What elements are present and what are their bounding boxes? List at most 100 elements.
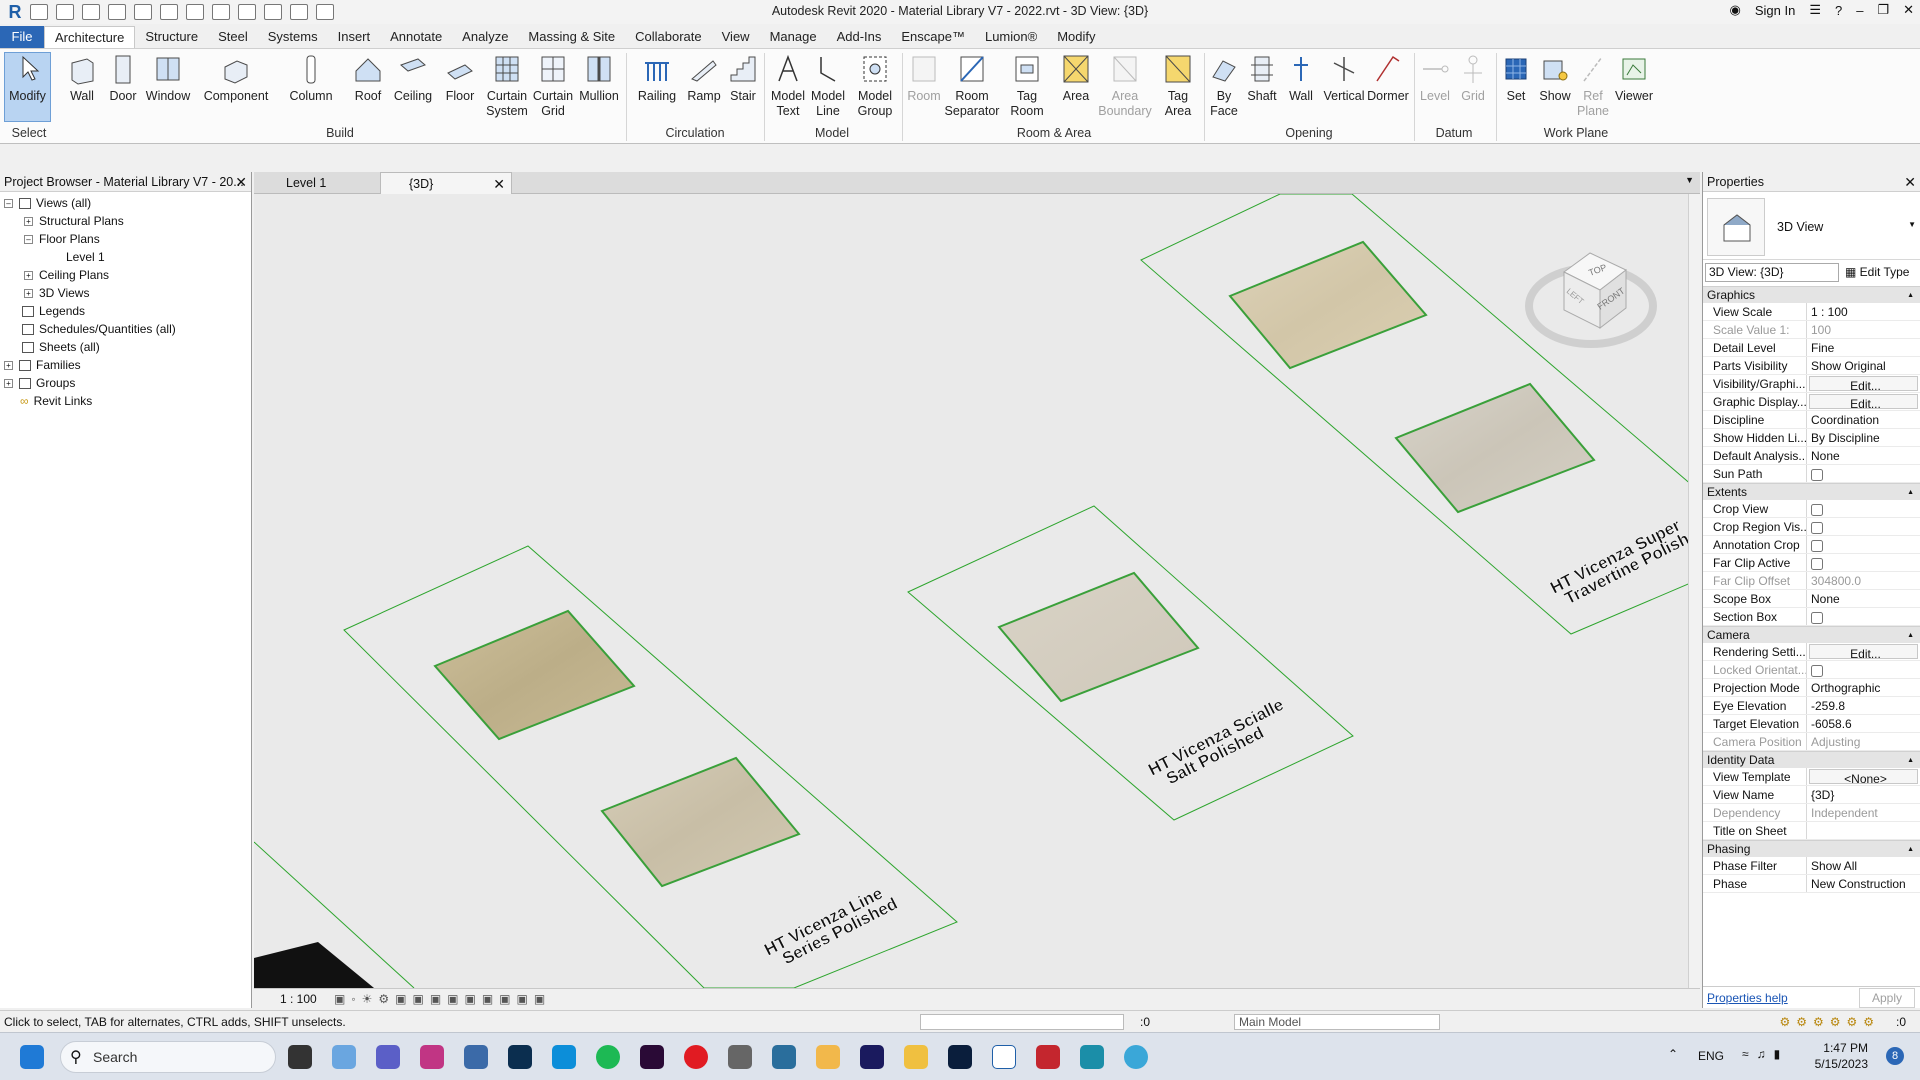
curtain-grid-button[interactable]: Curtain Grid xyxy=(532,53,574,119)
property-value[interactable] xyxy=(1807,822,1920,839)
tab-collaborate[interactable]: Collaborate xyxy=(625,26,712,48)
level-button[interactable]: Level xyxy=(1418,53,1452,104)
room-area-panel-label[interactable]: Room & Area xyxy=(904,126,1204,140)
3d-viewport[interactable]: HT Vicenza Line Series Polished HT Vicen… xyxy=(254,194,1700,988)
save-icon[interactable] xyxy=(56,4,74,20)
property-group-header[interactable]: Graphics xyxy=(1703,286,1920,304)
property-value[interactable]: None xyxy=(1807,447,1920,464)
property-edit-button[interactable]: <None> xyxy=(1809,769,1918,784)
property-group-header[interactable]: Extents xyxy=(1703,483,1920,501)
work-plane-panel-label[interactable]: Work Plane xyxy=(1496,126,1656,140)
tab-view[interactable]: View xyxy=(712,26,760,48)
tree-item-structural-plans[interactable]: + Structural Plans xyxy=(0,212,251,230)
ramp-button[interactable]: Ramp xyxy=(686,53,722,104)
material-tile[interactable] xyxy=(600,756,801,888)
tab-systems[interactable]: Systems xyxy=(258,26,328,48)
property-checkbox[interactable] xyxy=(1807,536,1920,553)
tab-file[interactable]: File xyxy=(0,26,44,48)
spotify-icon[interactable] xyxy=(596,1045,620,1069)
minimize-button[interactable]: – xyxy=(1856,3,1863,18)
window-button[interactable]: Window xyxy=(144,53,192,104)
modify-tool[interactable]: Modify xyxy=(4,53,51,104)
floor-button[interactable]: Floor xyxy=(440,53,480,104)
tag-area-button[interactable]: Tag Area xyxy=(1158,53,1198,119)
property-checkbox[interactable] xyxy=(1807,661,1920,678)
tree-item-families[interactable]: + Families xyxy=(0,356,251,374)
revit-logo[interactable]: R xyxy=(4,1,26,23)
photos-icon[interactable] xyxy=(464,1045,488,1069)
property-value[interactable]: -259.8 xyxy=(1807,697,1920,714)
property-edit-button[interactable]: Edit... xyxy=(1809,644,1918,659)
checkbox[interactable] xyxy=(1811,664,1823,677)
collapse-icon[interactable]: – xyxy=(24,235,33,245)
show-button[interactable]: Show xyxy=(1538,53,1572,104)
checkbox[interactable] xyxy=(1811,539,1823,552)
language-indicator[interactable]: ENG xyxy=(1698,1049,1724,1063)
tab-add-ins[interactable]: Add-Ins xyxy=(827,26,892,48)
property-value[interactable]: Show All xyxy=(1807,857,1920,874)
expand-icon[interactable]: + xyxy=(24,289,33,299)
open-icon[interactable] xyxy=(30,4,48,20)
sync-icon[interactable] xyxy=(82,4,100,20)
tab-architecture[interactable]: Architecture xyxy=(44,26,136,48)
property-edit-button[interactable]: Edit... xyxy=(1809,376,1918,391)
tree-item-legends[interactable]: Legends xyxy=(0,302,251,320)
select-panel-label[interactable]: Select xyxy=(4,126,54,140)
close-icon[interactable]: ✕ xyxy=(1904,172,1916,192)
apply-button[interactable]: Apply xyxy=(1858,988,1915,1008)
instance-dropdown[interactable]: 3D View: {3D} xyxy=(1705,263,1839,282)
set-button[interactable]: Set xyxy=(1500,53,1532,104)
property-value[interactable]: Fine xyxy=(1807,339,1920,356)
app-icon[interactable] xyxy=(728,1045,752,1069)
windows-start-icon[interactable] xyxy=(20,1045,44,1069)
door-button[interactable]: Door xyxy=(106,53,140,104)
property-value[interactable]: 304800.0 xyxy=(1807,572,1920,589)
app-icon[interactable] xyxy=(772,1045,796,1069)
area-boundary-button[interactable]: Area Boundary xyxy=(1098,53,1152,119)
restore-button[interactable]: ❐ xyxy=(1877,2,1889,18)
tree-item-3d-views[interactable]: +3D Views xyxy=(0,284,251,302)
property-checkbox[interactable] xyxy=(1807,518,1920,535)
property-checkbox[interactable] xyxy=(1807,554,1920,571)
switch-windows-icon[interactable] xyxy=(316,4,334,20)
property-checkbox[interactable] xyxy=(1807,608,1920,625)
property-edit-button[interactable]: Edit... xyxy=(1809,394,1918,409)
system-tray-icons[interactable]: ≈♫▮ xyxy=(1742,1047,1788,1061)
tab-menu-icon[interactable]: ▼ xyxy=(1685,175,1694,185)
property-value[interactable]: None xyxy=(1807,590,1920,607)
tag-room-button[interactable]: Tag Room xyxy=(1004,53,1050,119)
circulation-panel-label[interactable]: Circulation xyxy=(630,126,760,140)
model-line-button[interactable]: Model Line xyxy=(810,53,846,119)
workset-dropdown[interactable] xyxy=(920,1014,1124,1030)
instagram-icon[interactable] xyxy=(420,1045,444,1069)
file-explorer-icon[interactable] xyxy=(904,1045,928,1069)
property-value[interactable]: Independent xyxy=(1807,804,1920,821)
tab-modify[interactable]: Modify xyxy=(1047,26,1105,48)
taskbar-search[interactable]: Search xyxy=(60,1041,276,1073)
checkbox[interactable] xyxy=(1811,521,1823,534)
close-tab-icon[interactable]: ✕ xyxy=(493,173,505,195)
tab-steel[interactable]: Steel xyxy=(208,26,258,48)
property-value[interactable]: 1 : 100 xyxy=(1807,303,1920,320)
photoshop-icon[interactable] xyxy=(948,1045,972,1069)
chevron-down-icon[interactable]: ▼ xyxy=(1908,220,1916,229)
property-value[interactable]: {3D} xyxy=(1807,786,1920,803)
property-group-header[interactable]: Phasing xyxy=(1703,840,1920,858)
expand-icon[interactable]: + xyxy=(4,379,13,389)
mullion-button[interactable]: Mullion xyxy=(578,53,620,104)
sign-in-button[interactable]: Sign In xyxy=(1755,3,1795,18)
viewer-button[interactable]: Viewer xyxy=(1614,53,1654,104)
autocad-icon[interactable] xyxy=(1036,1045,1060,1069)
dormer-button[interactable]: Dormer xyxy=(1366,53,1410,104)
property-value[interactable]: Adjusting xyxy=(1807,733,1920,750)
wall-opening-button[interactable]: Wall xyxy=(1284,53,1318,104)
tab-3d[interactable]: {3D} ✕ xyxy=(380,172,512,194)
expand-icon[interactable]: + xyxy=(24,217,33,227)
vertical-scrollbar[interactable] xyxy=(1688,194,1700,988)
teams-icon[interactable] xyxy=(376,1045,400,1069)
media-icon[interactable] xyxy=(816,1045,840,1069)
viewcube[interactable]: TOP FRONT LEFT xyxy=(1525,252,1657,348)
print-icon[interactable] xyxy=(160,4,178,20)
tree-item-views[interactable]: – Views (all) xyxy=(0,194,251,212)
notification-badge[interactable]: 8 xyxy=(1886,1047,1904,1065)
